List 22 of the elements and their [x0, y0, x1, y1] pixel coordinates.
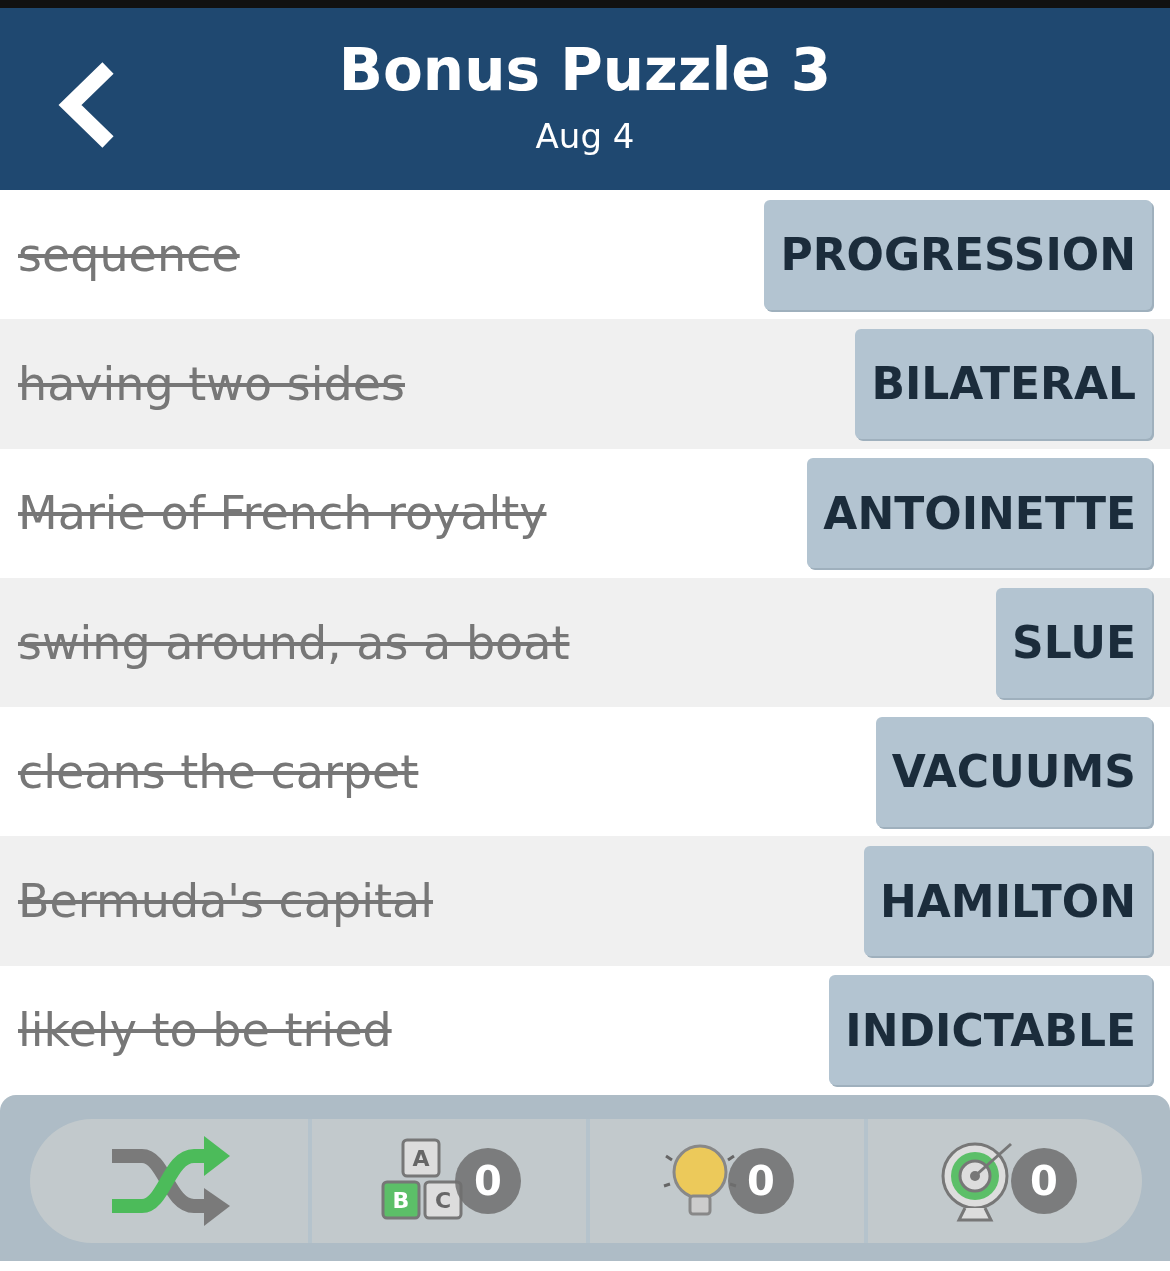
clue-text: Bermuda's capital: [18, 874, 433, 929]
clue-text: cleans the carpet: [18, 744, 419, 799]
answer-tile: INDICTABLE: [829, 975, 1152, 1086]
letter-blocks-button[interactable]: A B C 0: [377, 1136, 521, 1227]
clue-text: Marie of French royalty: [18, 486, 547, 541]
count-badge: 0: [1011, 1148, 1077, 1215]
answer-tile: SLUE: [996, 587, 1152, 698]
puzzle-title: Bonus Puzzle 3: [337, 35, 833, 104]
light-bulb-button[interactable]: 0: [660, 1136, 794, 1227]
count-badge: 0: [455, 1148, 521, 1215]
puzzle-date: Aug 4: [534, 116, 636, 156]
answer-tile: VACUUMS: [875, 716, 1152, 827]
count-badge: 0: [728, 1148, 794, 1215]
answer-tile: PROGRESSION: [764, 199, 1152, 310]
answer-tile: ANTOINETTE: [807, 458, 1152, 569]
clue-text: likely to be tried: [18, 1003, 392, 1058]
answer-tile: BILATERAL: [855, 328, 1152, 439]
clue-text: having two sides: [18, 356, 405, 411]
target-button[interactable]: 0: [933, 1136, 1077, 1227]
answer-tile: HAMILTON: [863, 846, 1152, 957]
clue-text: swing around, as a boat: [18, 615, 570, 670]
clue-text: sequence: [18, 227, 240, 282]
